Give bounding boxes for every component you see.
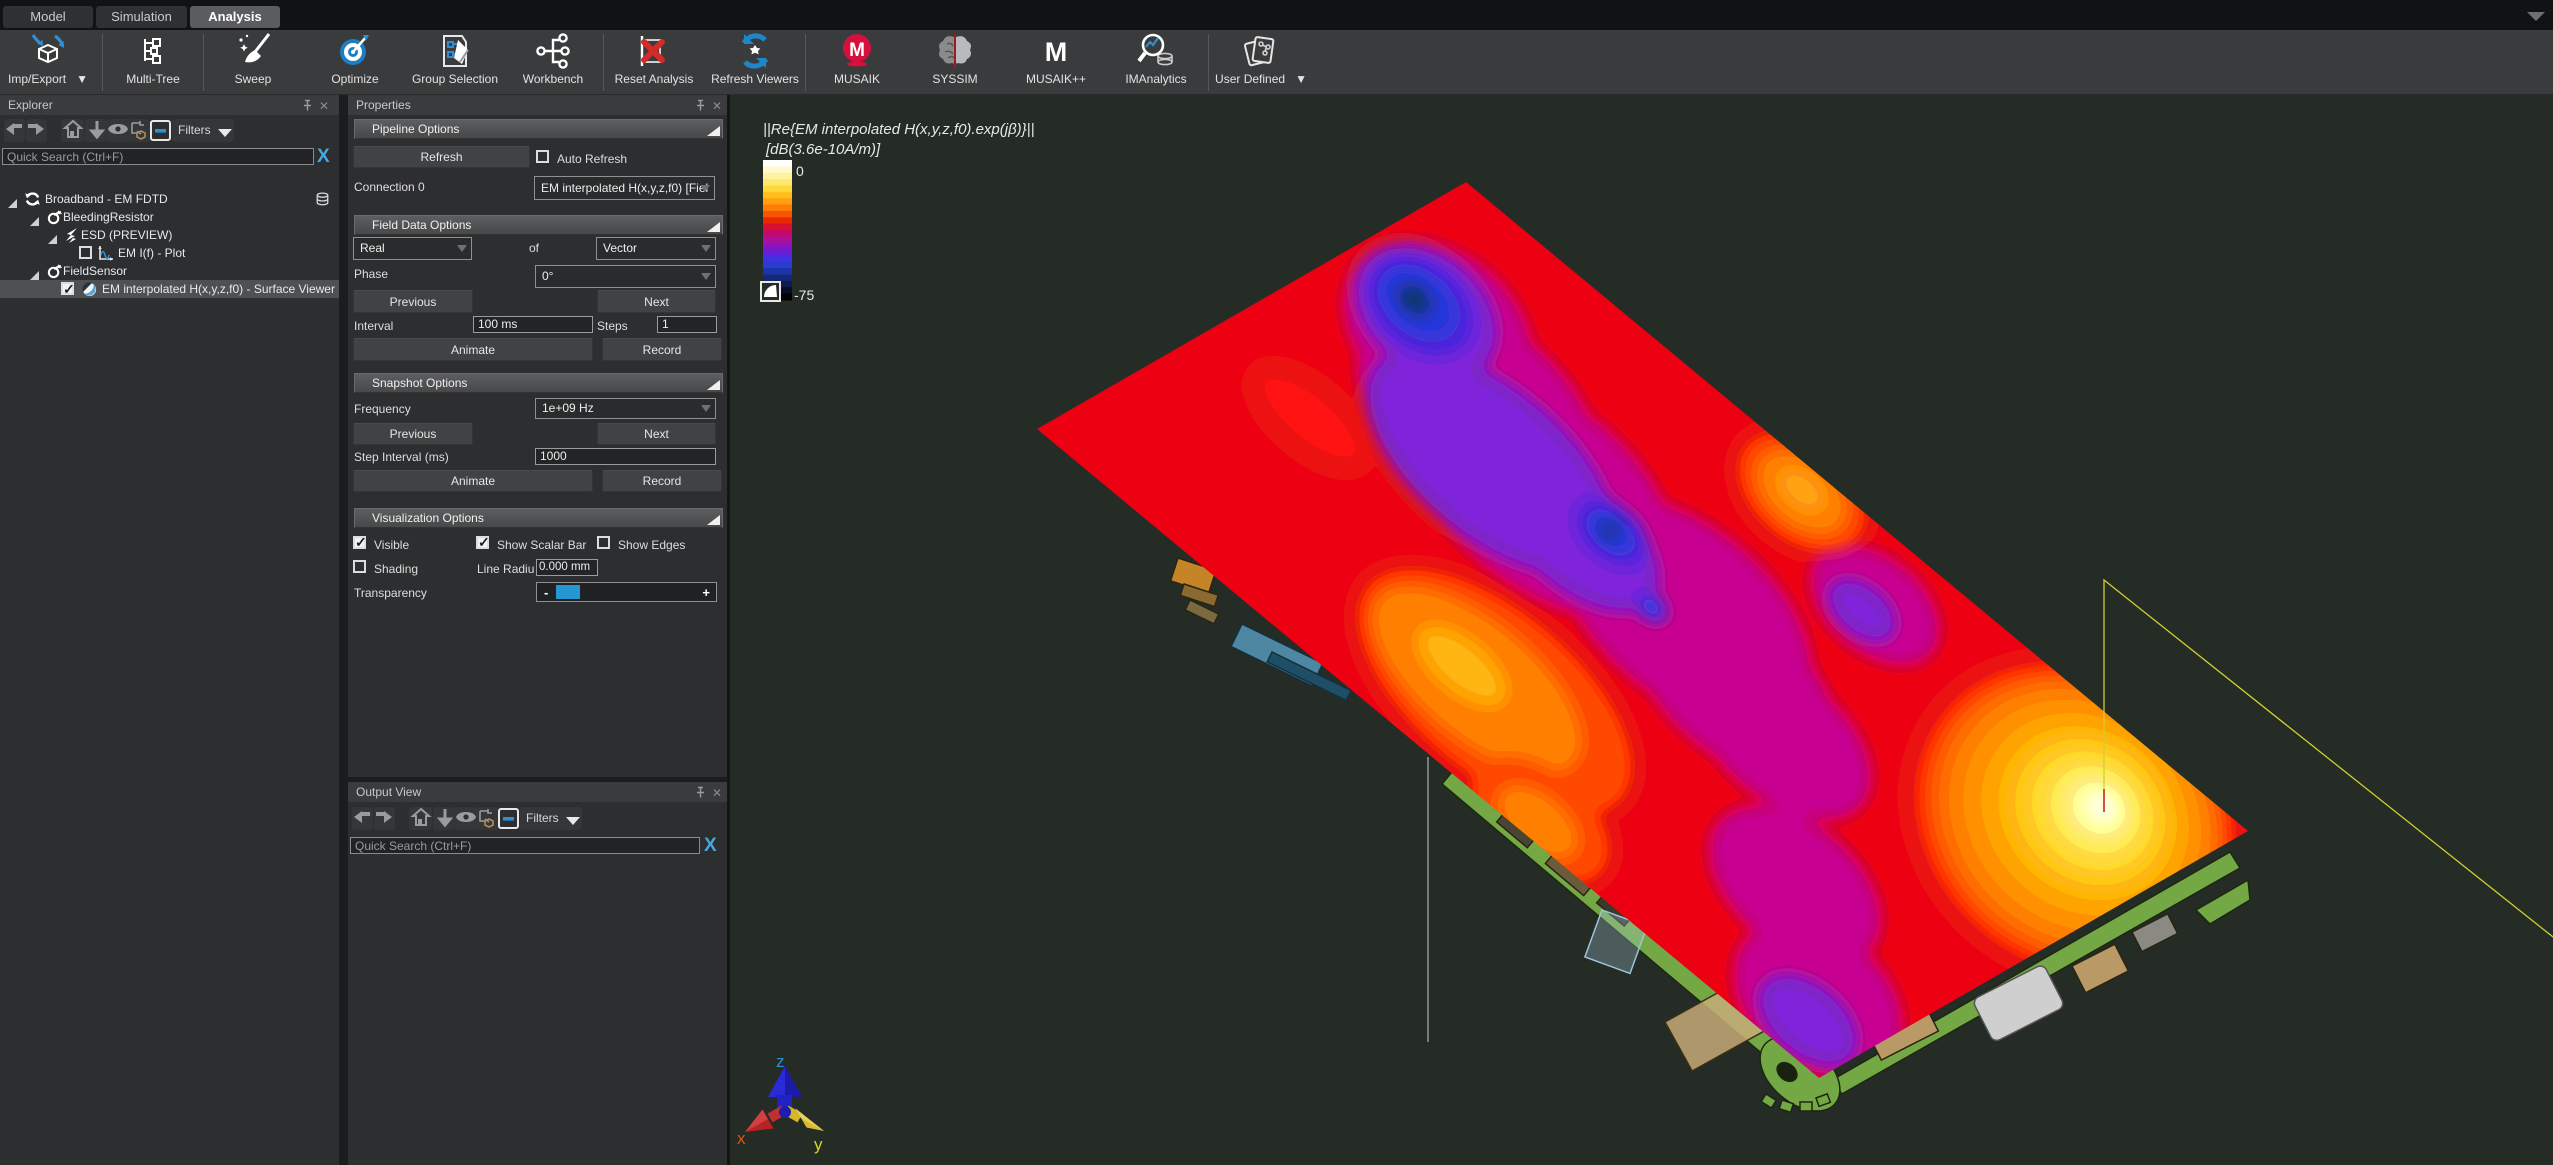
svg-text:M: M: [1045, 37, 1068, 67]
svg-text:M: M: [849, 40, 865, 61]
